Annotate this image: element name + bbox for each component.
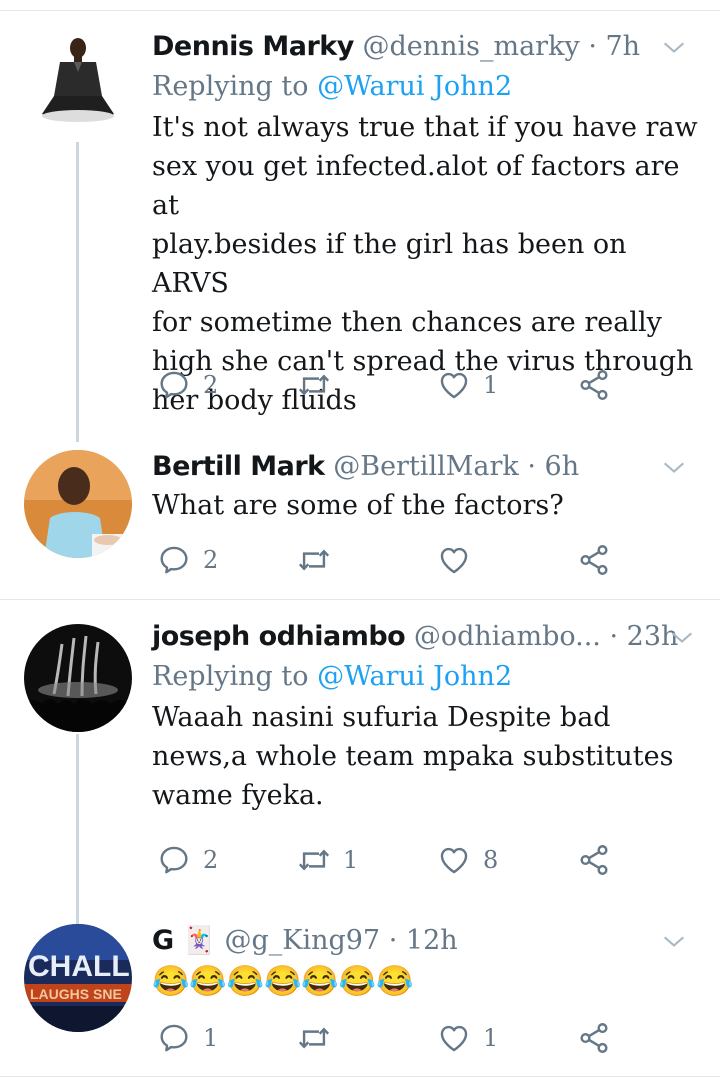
tweet-header: joseph odhiambo @odhiambo... · 23h xyxy=(152,620,700,654)
separator-dot: · xyxy=(527,451,536,482)
reply-button[interactable]: 2 xyxy=(157,540,218,580)
reply-icon xyxy=(157,843,191,877)
share-icon xyxy=(577,1021,611,1055)
conversation-divider xyxy=(0,599,720,600)
reply-count: 1 xyxy=(203,1024,219,1052)
tweet-g-king97[interactable]: CHALL LAUGHS SNE G 🃏 @g_King97 · 12h 😂😂😂… xyxy=(0,924,720,1074)
like-count: 1 xyxy=(483,371,499,399)
separator-dot: · xyxy=(388,925,398,956)
replying-to: Replying to @Warui John2 xyxy=(152,658,700,696)
replying-to-label: Replying to xyxy=(152,661,309,692)
chevron-down-icon[interactable] xyxy=(668,624,696,652)
tweet-actions: 2 xyxy=(152,540,622,580)
tweet-text-line: What are some of the factors? xyxy=(152,490,564,521)
like-count: 8 xyxy=(483,846,499,874)
separator-dot: · xyxy=(609,621,619,652)
display-name[interactable]: Dennis Marky xyxy=(152,31,354,62)
like-icon xyxy=(437,543,471,577)
like-count: 1 xyxy=(483,1024,499,1052)
tweet-actions: 2 1 xyxy=(152,365,622,405)
reply-icon xyxy=(157,368,191,402)
chevron-down-icon[interactable] xyxy=(660,454,688,482)
share-button[interactable] xyxy=(577,365,611,405)
like-icon xyxy=(437,1021,471,1055)
retweet-count: 1 xyxy=(343,846,359,874)
retweet-button[interactable] xyxy=(297,1018,343,1058)
bottom-divider xyxy=(0,1076,720,1077)
user-handle[interactable]: @dennis_marky xyxy=(362,31,579,62)
like-icon xyxy=(437,843,471,877)
reply-button[interactable]: 2 xyxy=(157,365,218,405)
tweet-text: What are some of the factors? xyxy=(152,486,700,525)
avatar[interactable] xyxy=(24,624,132,732)
retweet-icon xyxy=(297,843,331,877)
display-name[interactable]: joseph odhiambo xyxy=(152,621,406,652)
replying-to-link[interactable]: @Warui John2 xyxy=(317,71,512,102)
avatar[interactable]: CHALL LAUGHS SNE xyxy=(24,924,132,1032)
tweet-joseph-odhiambo[interactable]: joseph odhiambo @odhiambo... · 23h Reply… xyxy=(0,620,720,900)
replying-to-label: Replying to xyxy=(152,71,309,102)
tweet-text-line: play.besides if the girl has been on ARV… xyxy=(152,229,627,299)
timestamp[interactable]: 7h xyxy=(606,31,641,62)
tweet-bertill-mark[interactable]: Bertill Mark @BertillMark · 6h What are … xyxy=(0,450,720,590)
retweet-button[interactable] xyxy=(297,540,343,580)
avatar[interactable] xyxy=(24,450,132,558)
like-button[interactable]: 1 xyxy=(437,365,498,405)
display-name[interactable]: G xyxy=(152,925,174,956)
reply-button[interactable]: 2 xyxy=(157,840,218,880)
separator-dot: · xyxy=(588,31,597,62)
name-emoji: 🃏 xyxy=(182,925,216,956)
tweet-text: 😂😂😂😂😂😂😂 xyxy=(152,964,414,999)
tweet-header: Dennis Marky @dennis_marky · 7h xyxy=(152,30,700,64)
retweet-icon xyxy=(297,1021,331,1055)
share-button[interactable] xyxy=(577,840,611,880)
share-icon xyxy=(577,368,611,402)
tweet-text: Waaah nasini sufuria Despite bad news,a … xyxy=(152,698,700,815)
reply-count: 2 xyxy=(203,846,219,874)
share-icon xyxy=(577,843,611,877)
tweet-actions: 1 1 xyxy=(152,1018,622,1058)
tweet-header: G 🃏 @g_King97 · 12h xyxy=(152,924,700,958)
tweet-dennis-marky[interactable]: Dennis Marky @dennis_marky · 7h Replying… xyxy=(0,30,720,440)
tweet-text-line: Waaah nasini sufuria Despite bad xyxy=(152,702,611,733)
share-icon xyxy=(577,543,611,577)
like-button[interactable] xyxy=(437,540,483,580)
tweet-text-line: news,a whole team mpaka substitutes xyxy=(152,741,674,772)
retweet-icon xyxy=(297,368,331,402)
reply-icon xyxy=(157,1021,191,1055)
avatar[interactable] xyxy=(24,30,132,138)
retweet-button[interactable]: 1 xyxy=(297,840,358,880)
retweet-icon xyxy=(297,543,331,577)
user-handle[interactable]: @BertillMark xyxy=(333,451,519,482)
reply-count: 2 xyxy=(203,546,219,574)
tweet-text-line: wame fyeka. xyxy=(152,780,324,811)
avatar-logo-text: CHALL xyxy=(28,950,130,983)
tweet-actions: 2 1 8 xyxy=(152,840,622,880)
share-button[interactable] xyxy=(577,1018,611,1058)
user-handle[interactable]: @odhiambo... xyxy=(414,621,601,652)
share-button[interactable] xyxy=(577,540,611,580)
timestamp[interactable]: 6h xyxy=(545,451,580,482)
retweet-button[interactable] xyxy=(297,365,343,405)
tweet-header: Bertill Mark @BertillMark · 6h xyxy=(152,450,700,484)
timestamp[interactable]: 12h xyxy=(406,925,458,956)
replying-to: Replying to @Warui John2 xyxy=(152,68,700,106)
like-icon xyxy=(437,368,471,402)
tweet-text-line: It's not always true that if you have ra… xyxy=(152,112,698,143)
like-button[interactable]: 8 xyxy=(437,840,498,880)
user-handle[interactable]: @g_King97 xyxy=(224,925,380,956)
tweet-text-line: for sometime then chances are really xyxy=(152,307,662,338)
like-button[interactable]: 1 xyxy=(437,1018,498,1058)
chevron-down-icon[interactable] xyxy=(660,34,688,62)
reply-button[interactable]: 1 xyxy=(157,1018,218,1058)
svg-text:LAUGHS SNE: LAUGHS SNE xyxy=(30,986,122,1002)
top-divider xyxy=(0,10,720,11)
reply-count: 2 xyxy=(203,371,219,399)
tweet-text-line: sex you get infected.alot of factors are… xyxy=(152,151,680,221)
chevron-down-icon[interactable] xyxy=(660,928,688,956)
replying-to-link[interactable]: @Warui John2 xyxy=(317,661,512,692)
reply-icon xyxy=(157,543,191,577)
display-name[interactable]: Bertill Mark xyxy=(152,451,325,482)
